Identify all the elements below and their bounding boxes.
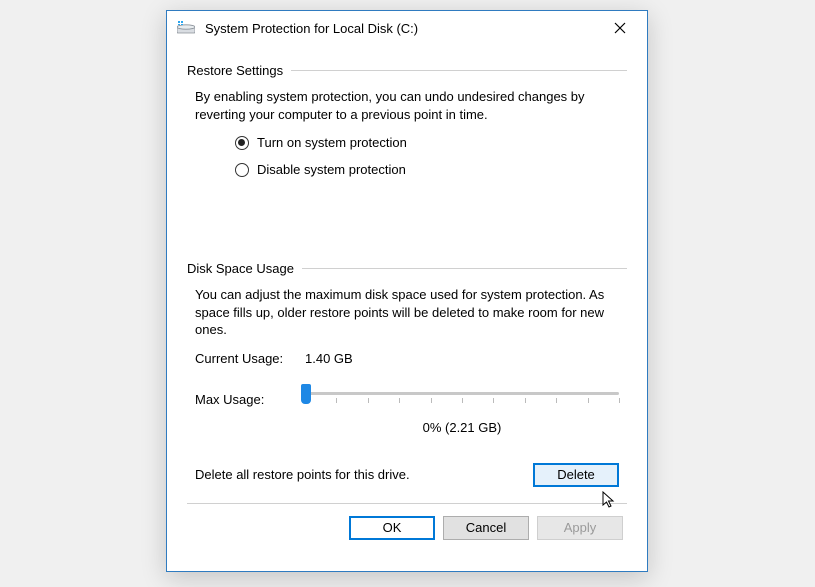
restore-settings-label: Restore Settings	[187, 63, 283, 78]
ok-button[interactable]: OK	[349, 516, 435, 540]
apply-button: Apply	[537, 516, 623, 540]
radio-icon	[235, 163, 249, 177]
radio-disable[interactable]: Disable system protection	[235, 162, 619, 177]
restore-settings-body: By enabling system protection, you can u…	[187, 88, 627, 189]
radio-turn-on-label: Turn on system protection	[257, 135, 407, 150]
restore-description: By enabling system protection, you can u…	[195, 88, 619, 123]
disk-usage-body: You can adjust the maximum disk space us…	[187, 286, 627, 487]
spacer	[187, 189, 627, 249]
titlebar: System Protection for Local Disk (C:)	[167, 11, 647, 45]
max-usage-label: Max Usage:	[195, 392, 305, 407]
dialog-content: Restore Settings By enabling system prot…	[167, 45, 647, 571]
radio-disable-label: Disable system protection	[257, 162, 406, 177]
divider	[291, 70, 627, 71]
slider-track	[305, 392, 619, 395]
max-usage-value: 0% (2.21 GB)	[305, 420, 619, 435]
drive-icon	[177, 20, 195, 36]
delete-description: Delete all restore points for this drive…	[195, 467, 533, 482]
slider-ticks	[305, 398, 619, 404]
window-title: System Protection for Local Disk (C:)	[205, 21, 599, 36]
close-icon	[614, 22, 626, 34]
divider	[302, 268, 627, 269]
delete-button[interactable]: Delete	[533, 463, 619, 487]
current-usage-value: 1.40 GB	[305, 351, 353, 366]
radio-icon	[235, 136, 249, 150]
current-usage-row: Current Usage: 1.40 GB	[195, 351, 619, 366]
disk-usage-header: Disk Space Usage	[187, 261, 627, 276]
slider-thumb[interactable]	[301, 384, 311, 404]
disk-usage-description: You can adjust the maximum disk space us…	[195, 286, 619, 339]
radio-turn-on[interactable]: Turn on system protection	[235, 135, 619, 150]
cancel-button[interactable]: Cancel	[443, 516, 529, 540]
footer-divider	[187, 503, 627, 504]
disk-usage-label: Disk Space Usage	[187, 261, 294, 276]
restore-radio-group: Turn on system protection Disable system…	[195, 135, 619, 177]
max-usage-row: Max Usage:	[195, 386, 619, 414]
current-usage-label: Current Usage:	[195, 351, 305, 366]
max-usage-slider[interactable]	[305, 386, 619, 414]
close-button[interactable]	[599, 14, 641, 42]
system-protection-dialog: System Protection for Local Disk (C:) Re…	[166, 10, 648, 572]
dialog-footer: OK Cancel Apply	[187, 516, 627, 540]
delete-row: Delete all restore points for this drive…	[195, 463, 619, 487]
restore-settings-header: Restore Settings	[187, 63, 627, 78]
